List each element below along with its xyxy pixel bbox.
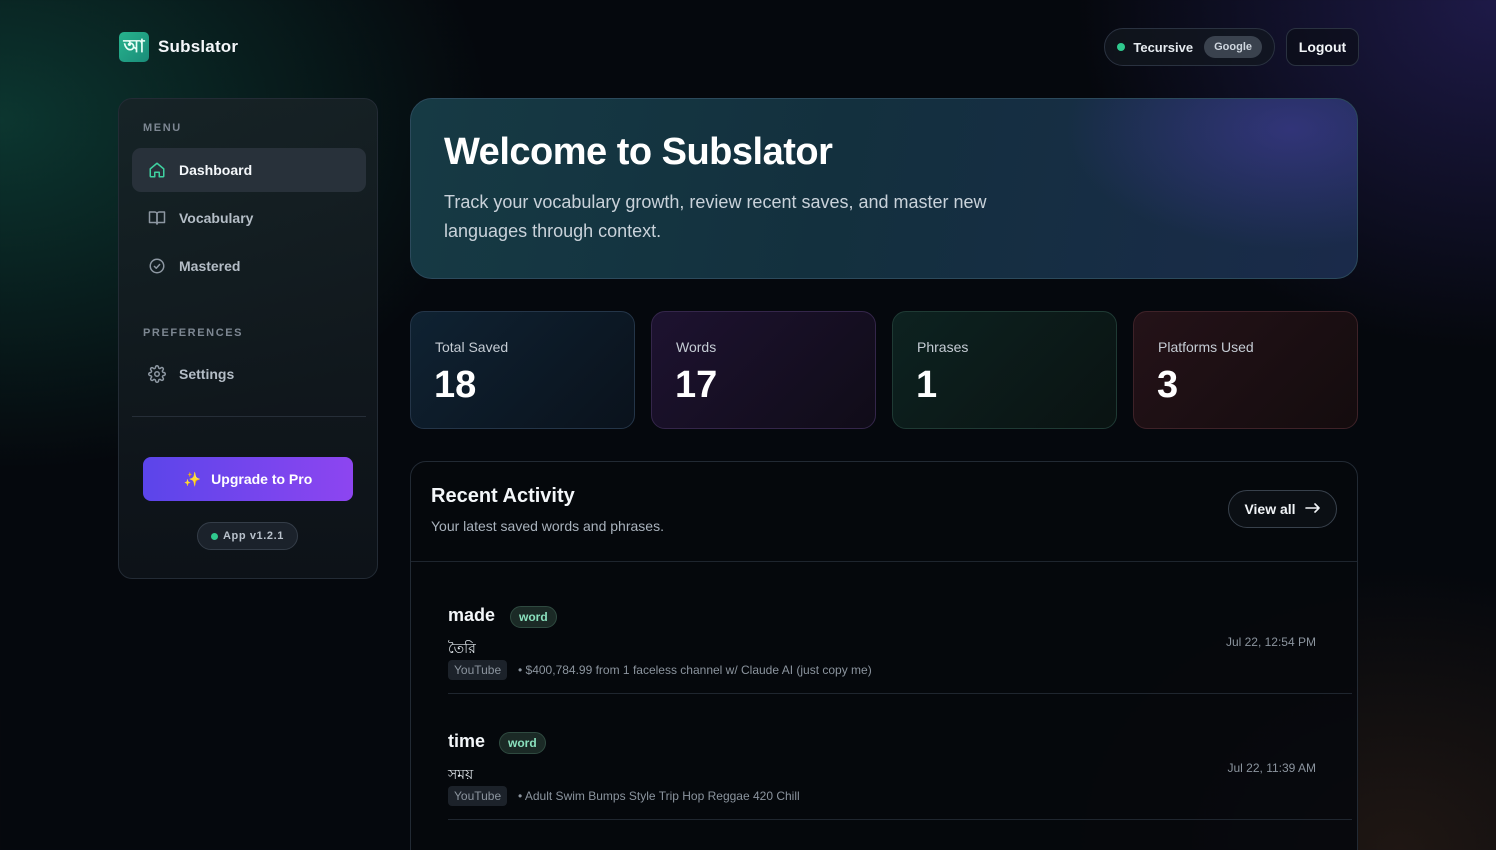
gear-icon <box>148 365 166 383</box>
sparkles-icon: ✨ <box>183 470 202 487</box>
sidebar-item-mastered[interactable]: Mastered <box>132 244 366 288</box>
upgrade-label: Upgrade to Pro <box>211 471 313 487</box>
recent-activity-title: Recent Activity <box>431 485 575 507</box>
entry-platform-tag: YouTube <box>448 660 508 680</box>
entry-source: • $400,784.99 from 1 faceless channel w/… <box>518 663 872 677</box>
welcome-subtitle: Track your vocabulary growth, review rec… <box>444 192 987 241</box>
recent-activity-panel: Recent Activity Your latest saved words … <box>410 461 1358 850</box>
top-bar: আ Subslator Tecursive Google Logout <box>119 28 1359 66</box>
entry-source: • Adult Swim Bumps Style Trip Hop Reggae… <box>518 789 800 803</box>
activity-list-item[interactable]: time word সময় YouTube • Adult Swim Bump… <box>448 731 1352 850</box>
app-name: Subslator <box>158 37 239 56</box>
stat-value: 3 <box>1157 364 1179 406</box>
stat-card-words: Words 17 <box>651 311 876 429</box>
activity-list-item[interactable]: made word তৈরি YouTube • $400,784.99 fro… <box>448 605 1352 731</box>
entry-type-badge: word <box>499 732 546 754</box>
app-version-badge: App v1.2.1 <box>197 522 298 550</box>
welcome-title: Welcome to Subslator <box>444 131 833 173</box>
sidebar-item-label: Dashboard <box>179 162 253 178</box>
version-label: App v1.2.1 <box>222 530 285 542</box>
stat-card-total-saved: Total Saved 18 <box>410 311 635 429</box>
online-status-icon <box>1117 43 1126 51</box>
check-circle-icon <box>148 257 166 275</box>
recent-activity-subtitle: Your latest saved words and phrases. <box>431 518 664 534</box>
book-icon <box>148 209 166 227</box>
arrow-right-icon <box>1304 501 1321 517</box>
logout-button[interactable]: Logout <box>1286 28 1359 66</box>
user-name: Tecursive <box>1133 39 1194 55</box>
entry-divider <box>448 693 1352 694</box>
entry-date: Jul 22, 11:39 AM <box>1227 761 1317 775</box>
sidebar-item-label: Settings <box>179 366 235 382</box>
entry-divider <box>448 819 1352 820</box>
entry-word: time <box>448 731 486 751</box>
view-all-label: View all <box>1244 501 1296 517</box>
stat-value: 17 <box>675 364 718 406</box>
stat-label: Words <box>676 339 717 355</box>
version-status-icon <box>210 532 218 540</box>
stat-value: 18 <box>434 364 477 406</box>
stat-value: 1 <box>916 364 938 406</box>
entry-type-badge: word <box>510 606 557 628</box>
activity-divider <box>411 561 1357 562</box>
sidebar-item-label: Vocabulary <box>179 210 254 226</box>
sidebar-item-vocabulary[interactable]: Vocabulary <box>132 196 366 240</box>
menu-section-title: MENU <box>143 122 182 134</box>
upgrade-to-pro-button[interactable]: ✨ Upgrade to Pro <box>143 457 353 501</box>
stat-card-platforms-used: Platforms Used 3 <box>1133 311 1358 429</box>
entry-translation: তৈরি <box>448 641 476 657</box>
home-icon <box>148 161 166 179</box>
preferences-section-title: PREFERENCES <box>143 327 244 339</box>
sidebar-item-label: Mastered <box>179 258 241 274</box>
sidebar: MENU Dashboard Vocabulary Mastered PREFE… <box>118 98 378 579</box>
user-account-pill[interactable]: Tecursive Google <box>1104 28 1275 66</box>
entry-platform-tag: YouTube <box>448 786 508 806</box>
stat-card-phrases: Phrases 1 <box>892 311 1117 429</box>
logo-icon: আ <box>119 32 149 62</box>
sidebar-item-dashboard[interactable]: Dashboard <box>132 148 366 192</box>
stat-label: Total Saved <box>435 339 509 355</box>
entry-word: made <box>448 605 496 625</box>
entry-translation: সময় <box>448 767 474 783</box>
entry-date: Jul 22, 12:54 PM <box>1225 635 1316 649</box>
stat-label: Platforms Used <box>1158 339 1254 355</box>
app-logo[interactable]: আ Subslator <box>119 32 238 62</box>
sidebar-divider <box>132 416 366 417</box>
welcome-banner: Welcome to Subslator Track your vocabula… <box>410 98 1358 279</box>
view-all-button[interactable]: View all <box>1228 490 1337 528</box>
auth-provider-badge: Google <box>1204 36 1262 58</box>
stat-label: Phrases <box>917 339 969 355</box>
sidebar-item-settings[interactable]: Settings <box>132 352 366 396</box>
